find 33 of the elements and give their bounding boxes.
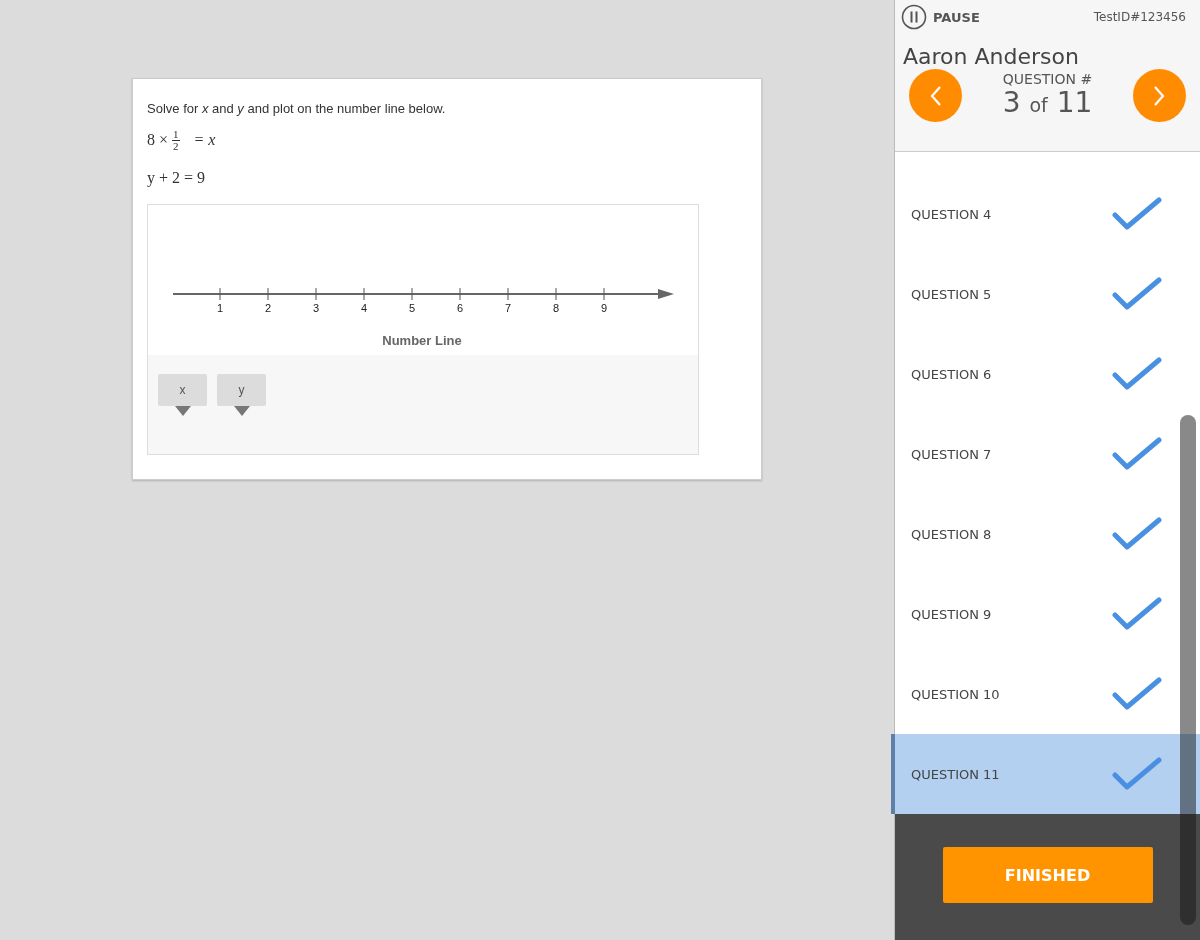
question-list-item[interactable]: QUESTION 6 [891, 334, 1200, 414]
question-list-item[interactable]: QUESTION 8 [891, 494, 1200, 574]
tick-label: 2 [264, 302, 272, 314]
chevron-left-icon [928, 84, 943, 107]
tick-label: 4 [360, 302, 368, 314]
pause-button[interactable]: PAUSE [901, 4, 980, 30]
next-button[interactable] [1133, 69, 1186, 122]
question-list-item[interactable]: QUESTION 9 [891, 574, 1200, 654]
question-list-item[interactable]: QUESTION 10 [891, 654, 1200, 734]
tick-label: 7 [504, 302, 512, 314]
question-list-item[interactable]: QUESTION 5 [891, 254, 1200, 334]
tick-label: 3 [312, 302, 320, 314]
token-button[interactable]: x [158, 374, 207, 406]
number-line-caption: Number Line [382, 333, 462, 348]
question-list-item[interactable]: QUESTION 7 [891, 414, 1200, 494]
token-button[interactable]: y [217, 374, 266, 406]
tick-label: 9 [600, 302, 608, 314]
tick-label: 1 [216, 302, 224, 314]
student-name: Aaron Anderson [903, 44, 1080, 69]
test-id: TestID#123456 [1093, 10, 1186, 24]
question-counter: 3 of 11 [1002, 86, 1093, 121]
equation: y + 2 = 9 [147, 168, 206, 189]
tick-label: 8 [552, 302, 560, 314]
scrollbar[interactable] [1180, 415, 1196, 925]
question-number-label: QUESTION # [1002, 70, 1093, 87]
tick-label: 6 [456, 302, 464, 314]
question-prompt: Solve for x and y and plot on the number line below. [147, 101, 447, 116]
tick-label: 5 [408, 302, 416, 314]
chevron-right-icon [1152, 84, 1167, 107]
question-list-item[interactable]: QUESTION 11 [891, 734, 1200, 814]
question-list-item[interactable]: QUESTION 4 [891, 174, 1200, 254]
pause-icon [901, 4, 927, 30]
previous-button[interactable] [909, 69, 962, 122]
